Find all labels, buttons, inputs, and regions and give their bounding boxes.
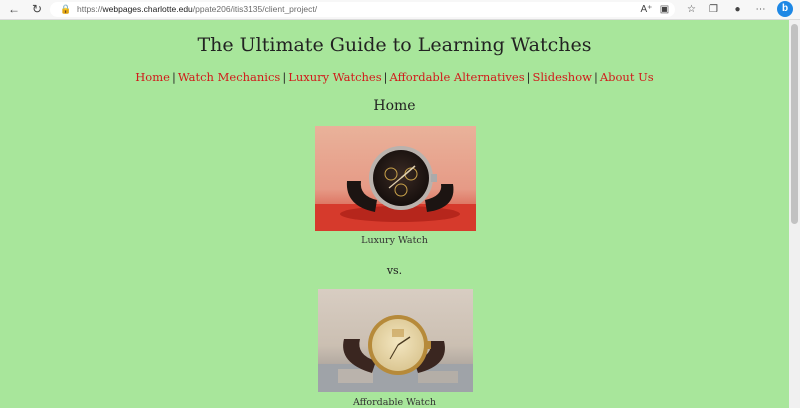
collections-icon[interactable]: ❐: [706, 2, 721, 17]
luxury-watch-image: [315, 126, 476, 231]
lock-icon[interactable]: 🔒: [60, 2, 71, 17]
page-title: The Ultimate Guide to Learning Watches: [197, 34, 592, 56]
versus-text: vs.: [386, 264, 403, 277]
nav-about-us[interactable]: About Us: [600, 70, 654, 84]
nav-home[interactable]: Home: [135, 70, 170, 84]
luxury-watch-caption: Luxury Watch: [361, 235, 428, 246]
web-page: The Ultimate Guide to Learning Watches H…: [0, 20, 789, 408]
reload-icon[interactable]: ↻: [29, 2, 45, 17]
nav-slideshow[interactable]: Slideshow: [532, 70, 591, 84]
nav-separator: |: [171, 70, 176, 84]
bing-copilot-icon[interactable]: b: [777, 1, 793, 17]
read-aloud-icon[interactable]: A⁺: [639, 2, 654, 17]
nav-luxury-watches[interactable]: Luxury Watches: [288, 70, 381, 84]
nav-separator: |: [526, 70, 531, 84]
nav-separator: |: [593, 70, 598, 84]
section-heading: Home: [373, 98, 416, 114]
affordable-watch-image: [318, 289, 473, 392]
nav-watch-mechanics[interactable]: Watch Mechanics: [178, 70, 281, 84]
back-arrow-icon[interactable]: ←: [6, 2, 22, 17]
main-navigation: Home | Watch Mechanics | Luxury Watches | Affo…: [0, 70, 789, 84]
profile-icon[interactable]: ●: [730, 2, 745, 17]
scrollbar-thumb[interactable]: [791, 24, 798, 224]
nav-separator: |: [383, 70, 388, 84]
page-scrollbar[interactable]: [789, 20, 800, 408]
affordable-watch-caption: Affordable Watch: [352, 397, 437, 408]
more-menu-icon[interactable]: ⋯: [753, 2, 768, 17]
nav-separator: |: [282, 70, 287, 84]
tracking-prevention-icon[interactable]: ▣: [657, 2, 672, 17]
address-bar[interactable]: 🔒 https://webpages.charlotte.edu/ppate20…: [50, 2, 675, 17]
browser-toolbar: ← ↻ 🔒 https://webpages.charlotte.edu/ppa…: [0, 0, 800, 20]
nav-affordable-alternatives[interactable]: Affordable Alternatives: [390, 70, 525, 84]
url-text: https://webpages.charlotte.edu/ppate206/…: [77, 4, 318, 14]
favorites-icon[interactable]: ☆: [684, 2, 699, 17]
